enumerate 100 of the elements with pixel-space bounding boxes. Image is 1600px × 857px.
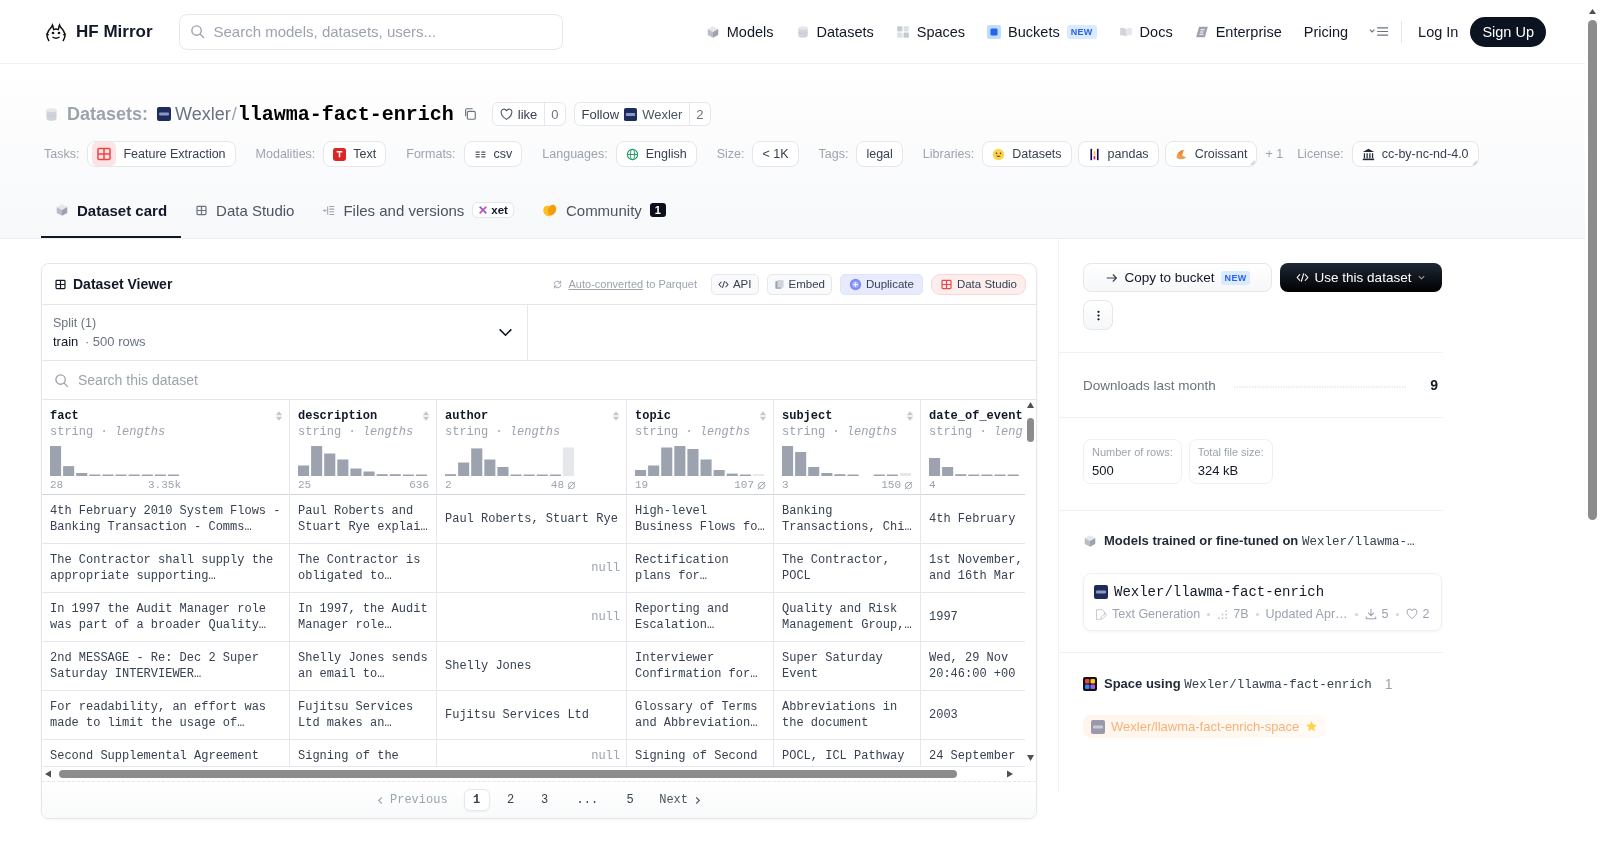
avatar-icon (1094, 585, 1108, 599)
column-type: string · lengths (445, 424, 561, 440)
sort-icon[interactable] (275, 410, 283, 422)
parquet-note: Auto-converted to Parquet (568, 278, 697, 290)
count-badge: 1 (649, 203, 666, 217)
page-button[interactable]: 1 (463, 789, 490, 811)
menu-icon[interactable] (1369, 26, 1390, 37)
tag-chip[interactable]: Feature Extraction (87, 141, 236, 167)
table-cell: Signing of the (290, 740, 437, 766)
grid-icon (1083, 677, 1097, 691)
page-button[interactable]: 5 (617, 789, 644, 811)
tag-chip[interactable]: Text (323, 141, 387, 167)
table-cell: Glossary of Terms and Abbreviation… (627, 691, 774, 739)
corner-icon (1471, 160, 1477, 165)
search-field[interactable]: Search this dataset (42, 361, 1036, 399)
caret-icon (1417, 273, 1427, 282)
tag-chip[interactable]: Croissant (1164, 141, 1258, 167)
tag-group-label: Formats: (406, 147, 456, 161)
follow-button[interactable]: Follow Wexler 2 (573, 102, 711, 126)
heart-icon (1405, 608, 1418, 620)
tag-chip[interactable]: English (615, 141, 697, 167)
table-cell: The Contractor is obligated to… (290, 544, 437, 592)
nav-link[interactable]: Spaces (884, 23, 977, 40)
tag-chip[interactable]: csv (463, 141, 523, 167)
tag-chip[interactable]: cc-by-nc-nd-4.0 (1351, 141, 1479, 167)
copy-to-bucket-button[interactable]: Copy to bucket NEW (1083, 263, 1272, 292)
square-icon (987, 24, 1002, 39)
table-cell-text: 4th February (928, 511, 1017, 528)
x-icon (478, 205, 489, 215)
owner-link[interactable]: Wexler (175, 103, 231, 125)
login-link[interactable]: Log In (1418, 23, 1459, 40)
document-icon (773, 278, 785, 290)
search-field[interactable]: Search models, datasets, users... (178, 13, 563, 50)
next-button[interactable]: Next (649, 793, 712, 807)
brand-name[interactable]: HF Mirror (76, 21, 153, 42)
column-name: date_of_event (929, 408, 1023, 424)
data-studio-button[interactable]: Data Studio (930, 273, 1026, 295)
max-length: 636 (409, 478, 429, 492)
tag-chip[interactable]: < 1K (752, 141, 799, 167)
sort-icon[interactable] (906, 410, 914, 422)
table-cell: Shelly Jones sends an email to… (290, 642, 437, 690)
table-cell: Super Saturday Event (774, 642, 921, 690)
table-icon (54, 277, 67, 291)
tag-group-label: Tags: (818, 147, 849, 161)
follower-count: 2 (689, 103, 710, 125)
page-button[interactable]: 2 (497, 789, 524, 811)
dot-icon (1207, 612, 1211, 616)
repo-name[interactable]: llawma-fact-enrich (237, 102, 454, 126)
api-button[interactable]: API (710, 273, 759, 295)
space-count: 1 (1384, 676, 1393, 692)
nav-link[interactable]: Buckets NEW (976, 23, 1108, 40)
sign-up-button[interactable]: Sign Up (1470, 16, 1546, 47)
tag-chip[interactable]: pandas (1077, 141, 1159, 167)
min-length: 3 (782, 478, 789, 492)
like-button[interactable]: like 0 (491, 102, 566, 126)
tab[interactable]: Community 1 (527, 192, 680, 238)
tab[interactable]: Files and versions xet (308, 192, 528, 238)
use-dataset-button[interactable]: Use this dataset (1280, 263, 1442, 292)
nav-link[interactable]: Pricing (1292, 23, 1360, 40)
downloads-label: Downloads last month (1083, 377, 1216, 393)
copy-icon[interactable] (462, 107, 477, 121)
globe-icon (625, 147, 639, 161)
embed-button[interactable]: Embed (766, 273, 832, 295)
tab[interactable]: Data Studio (181, 192, 309, 238)
croissant-icon (1174, 147, 1188, 161)
table-cell-text: 24 September (928, 748, 1017, 765)
avatar-icon (1091, 719, 1105, 734)
table-cell: 4th February 2010 System Flows - Banking Transaction - Comms… (42, 495, 290, 543)
nav-link[interactable]: Models (694, 23, 785, 40)
nav-link[interactable]: Docs (1107, 23, 1184, 40)
nav-link[interactable]: Enterprise (1183, 23, 1293, 40)
table-cell: Fujitsu Services Ltd makes an… (290, 691, 437, 739)
duplicate-button[interactable]: Duplicate (839, 273, 923, 295)
nav-link[interactable]: Datasets (784, 23, 885, 40)
avatar-icon (624, 107, 638, 121)
max-length: 3.35k (148, 478, 181, 492)
table-icon (92, 142, 117, 166)
model-card[interactable]: Wexler/llawma-fact-enrich Text Generation 7B Updated Apr… 5 2 (1083, 573, 1442, 631)
tag-group-label: Size: (716, 147, 745, 161)
tag-chip[interactable]: Datasets (982, 141, 1072, 167)
dot-icon (1255, 612, 1259, 616)
database-icon (44, 106, 59, 122)
downloads-count: 9 (1430, 377, 1438, 393)
section-heading: Space using Wexler/llawma-fact-enrich (1104, 676, 1372, 692)
tag-chip[interactable]: legal (856, 141, 903, 167)
table-cell: Fujitsu Services Ltd (437, 691, 627, 739)
viewer-title: Dataset Viewer (73, 276, 173, 292)
sort-icon[interactable] (422, 410, 430, 422)
page-ellipsis: ... (575, 792, 600, 809)
model-downloads: 5 (1381, 607, 1389, 621)
split-dropdown[interactable]: Split (1) train · 500 rows (42, 305, 528, 360)
tab[interactable]: Dataset card (41, 192, 182, 238)
column-type: string · lengths (50, 424, 166, 440)
list-icon (322, 203, 336, 217)
sort-icon[interactable] (759, 410, 767, 422)
table-cell: Abbreviations in the document (774, 691, 921, 739)
stat-value: 324 kB (1197, 463, 1240, 478)
sort-icon[interactable] (612, 410, 620, 422)
bank-icon (1361, 147, 1375, 161)
page-button[interactable]: 3 (531, 789, 558, 811)
